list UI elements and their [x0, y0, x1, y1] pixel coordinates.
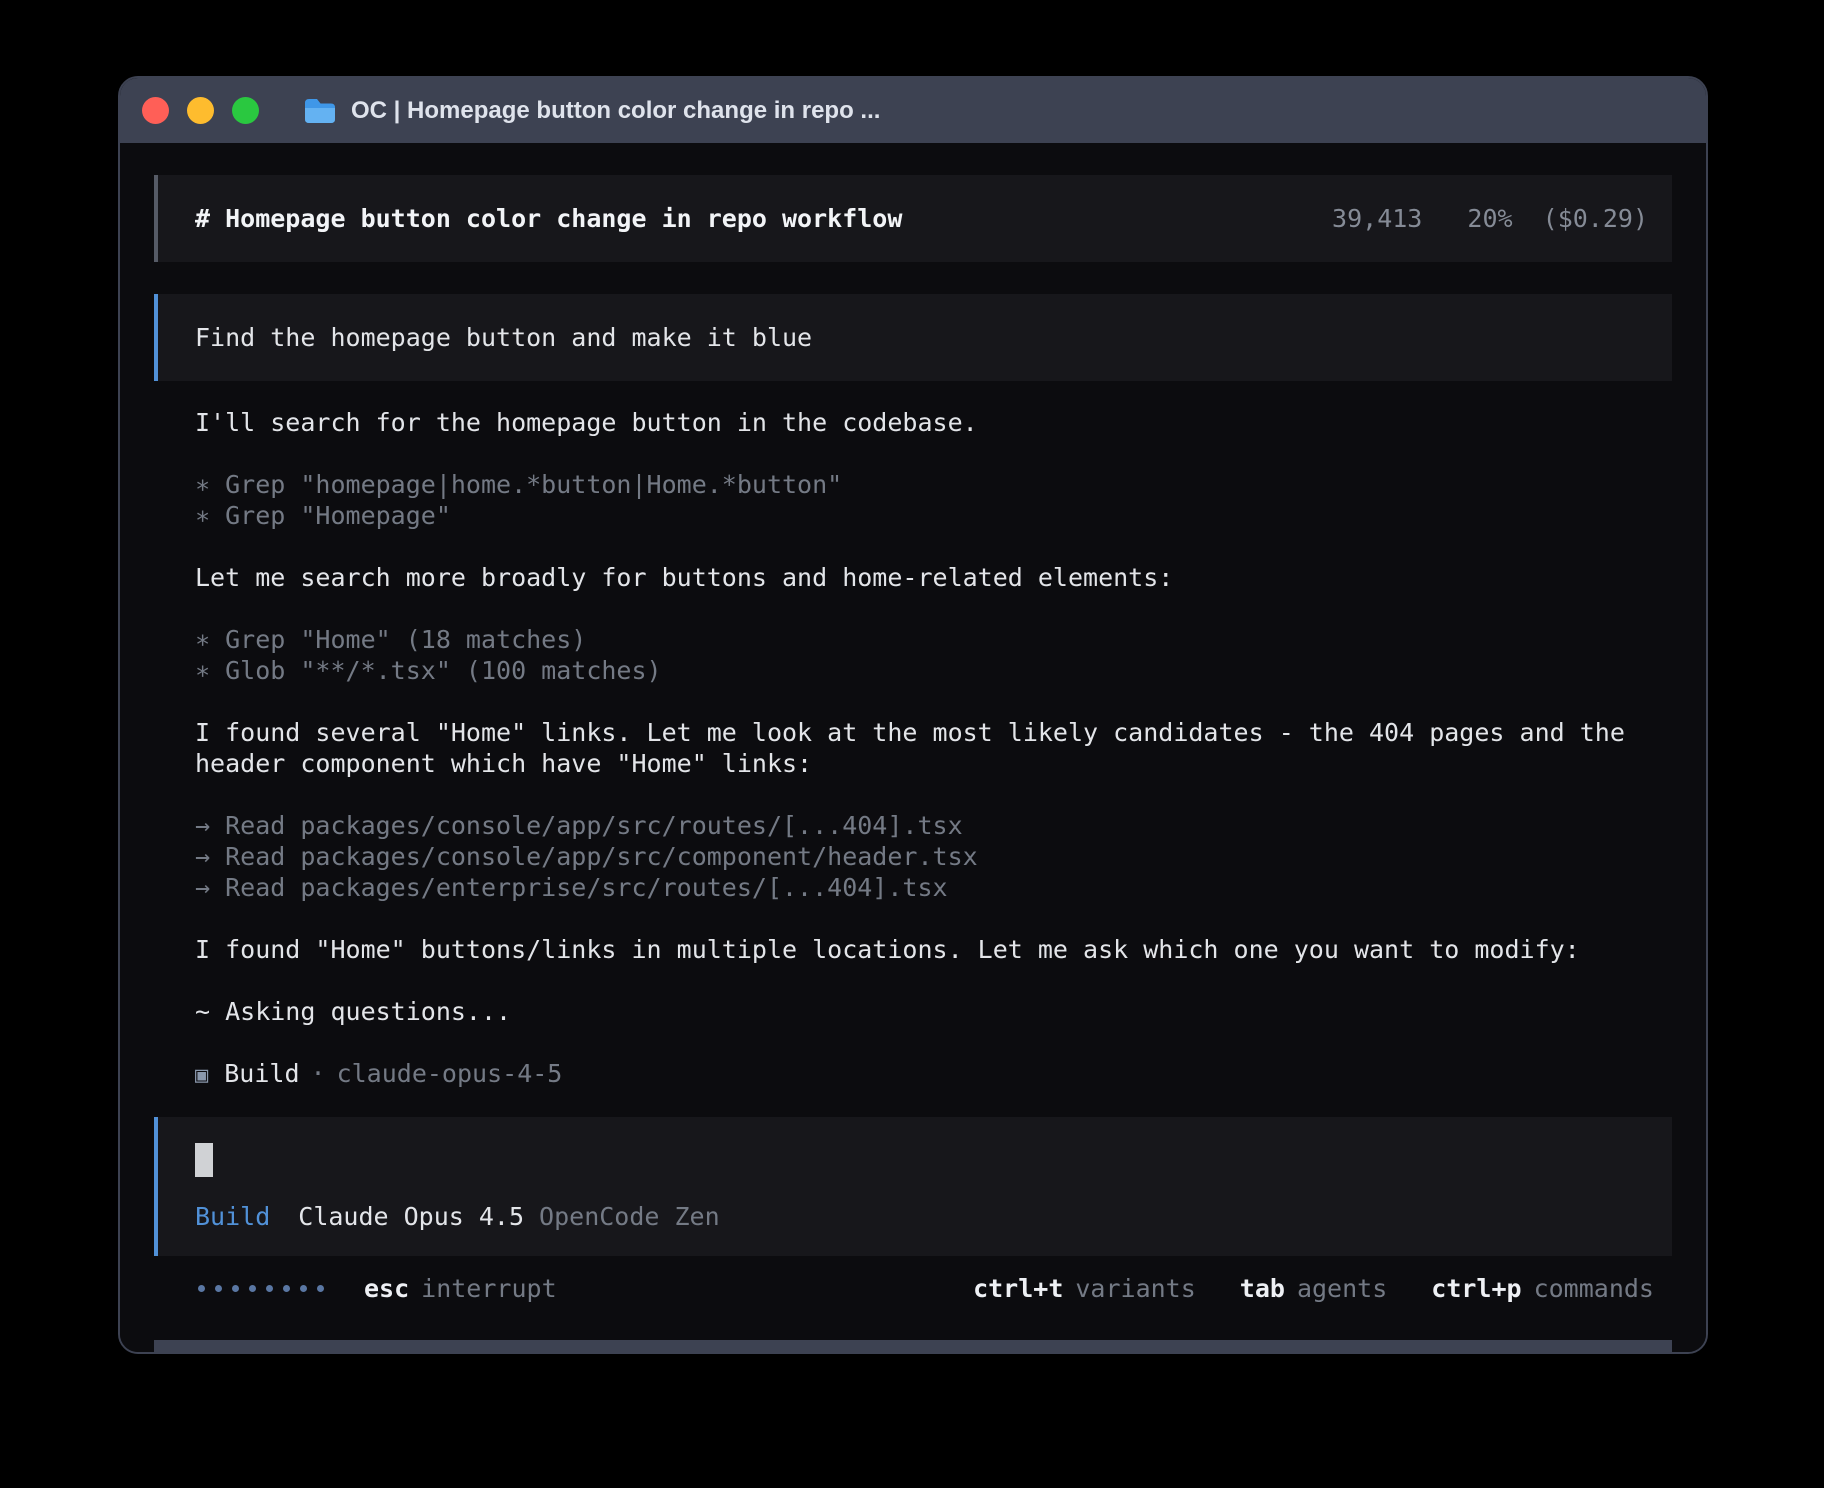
- window-titlebar[interactable]: OC | Homepage button color change in rep…: [120, 78, 1706, 143]
- transcript-line: → Read packages/console/app/src/routes/[…: [195, 810, 1638, 841]
- esc-key: esc: [364, 1274, 409, 1303]
- commands-label: commands: [1534, 1274, 1654, 1303]
- variants-hint: ctrl+t variants: [973, 1273, 1196, 1304]
- session-cost: ($0.29): [1543, 204, 1648, 233]
- commands-hint: ctrl+p commands: [1431, 1273, 1654, 1304]
- terminal-content: # Homepage button color change in repo w…: [120, 143, 1706, 1352]
- token-count: 39,413: [1332, 204, 1422, 233]
- user-message-text: Find the homepage button and make it blu…: [195, 323, 812, 352]
- window-title: OC | Homepage button color change in rep…: [351, 97, 880, 125]
- transcript-tool-block: → Read packages/console/app/src/routes/[…: [195, 810, 1638, 903]
- spinner-dot: [232, 1285, 239, 1292]
- desktop-background: OC | Homepage button color change in rep…: [0, 0, 1824, 1488]
- session-header: # Homepage button color change in repo w…: [154, 175, 1672, 262]
- transcript-assistant-block: I'll search for the homepage button in t…: [195, 407, 1638, 438]
- transcript-tool-block: ∗ Grep "Home" (18 matches)∗ Glob "**/*.t…: [195, 624, 1638, 686]
- agent-separator: ·: [311, 1059, 326, 1088]
- folder-icon: [303, 97, 337, 125]
- user-message: Find the homepage button and make it blu…: [154, 294, 1672, 381]
- session-title: # Homepage button color change in repo w…: [195, 203, 902, 234]
- minimize-button[interactable]: [187, 97, 214, 124]
- transcript-line: ∗ Grep "Home" (18 matches): [195, 624, 1638, 655]
- close-button[interactable]: [142, 97, 169, 124]
- transcript: I'll search for the homepage button in t…: [154, 381, 1672, 1027]
- variants-label: variants: [1075, 1274, 1195, 1303]
- zoom-button[interactable]: [232, 97, 259, 124]
- terminal-window: OC | Homepage button color change in rep…: [118, 76, 1708, 1354]
- agent-name: Build: [224, 1059, 299, 1088]
- transcript-line: ~ Asking questions...: [195, 996, 1638, 1027]
- transcript-line: Let me search more broadly for buttons a…: [195, 562, 1638, 593]
- transcript-line: ∗ Grep "Homepage": [195, 500, 1638, 531]
- text-cursor: [195, 1143, 213, 1177]
- transcript-line: I found several "Home" links. Let me loo…: [195, 717, 1638, 779]
- traffic-lights: [142, 97, 277, 124]
- spinner-dot: [266, 1285, 273, 1292]
- transcript-activity-block: ~ Asking questions...: [195, 996, 1638, 1027]
- agent-mode-label[interactable]: Build: [195, 1202, 270, 1231]
- transcript-line: → Read packages/console/app/src/componen…: [195, 841, 1638, 872]
- model-label[interactable]: Claude Opus 4.5: [298, 1202, 524, 1231]
- spinner-dot: [198, 1285, 205, 1292]
- variants-key: ctrl+t: [973, 1274, 1063, 1303]
- transcript-line: ∗ Glob "**/*.tsx" (100 matches): [195, 655, 1638, 686]
- transcript-line: → Read packages/enterprise/src/routes/[.…: [195, 872, 1638, 903]
- spinner-dot: [283, 1285, 290, 1292]
- transcript-tool-block: ∗ Grep "homepage|home.*button|Home.*butt…: [195, 469, 1638, 531]
- agent-status-line: ▣ Build · claude-opus-4-5: [154, 1058, 1672, 1091]
- context-percent: 20%: [1467, 204, 1512, 233]
- spinner-dot: [317, 1285, 324, 1292]
- transcript-assistant-block: Let me search more broadly for buttons a…: [195, 562, 1638, 593]
- session-stats: 39,413 20% ($0.29): [1332, 203, 1648, 234]
- agent-badge-icon: ▣: [195, 1063, 208, 1088]
- esc-label: interrupt: [421, 1274, 556, 1303]
- transcript-line: ∗ Grep "homepage|home.*button|Home.*butt…: [195, 469, 1638, 500]
- agents-key: tab: [1240, 1274, 1285, 1303]
- esc-hint: esc interrupt: [364, 1273, 557, 1304]
- spinner-dot: [215, 1285, 222, 1292]
- window-footer: [154, 1340, 1672, 1352]
- spinner-dot: [249, 1285, 256, 1292]
- agent-model: claude-opus-4-5: [337, 1059, 563, 1088]
- agents-label: agents: [1297, 1274, 1387, 1303]
- status-bar: esc interrupt ctrl+t variants tab agents ct…: [154, 1272, 1672, 1304]
- transcript-line: I found "Home" buttons/links in multiple…: [195, 934, 1638, 965]
- commands-key: ctrl+p: [1431, 1274, 1521, 1303]
- transcript-assistant-block: I found several "Home" links. Let me loo…: [195, 717, 1638, 779]
- transcript-line: I'll search for the homepage button in t…: [195, 407, 1638, 438]
- transcript-assistant-block: I found "Home" buttons/links in multiple…: [195, 934, 1638, 965]
- prompt-input[interactable]: Build Claude Opus 4.5 OpenCode Zen: [154, 1117, 1672, 1256]
- input-meta-row: Build Claude Opus 4.5 OpenCode Zen: [195, 1201, 1648, 1232]
- provider-label: OpenCode Zen: [539, 1202, 720, 1231]
- agents-hint: tab agents: [1240, 1273, 1387, 1304]
- spinner-dots: [198, 1285, 334, 1292]
- spinner-dot: [300, 1285, 307, 1292]
